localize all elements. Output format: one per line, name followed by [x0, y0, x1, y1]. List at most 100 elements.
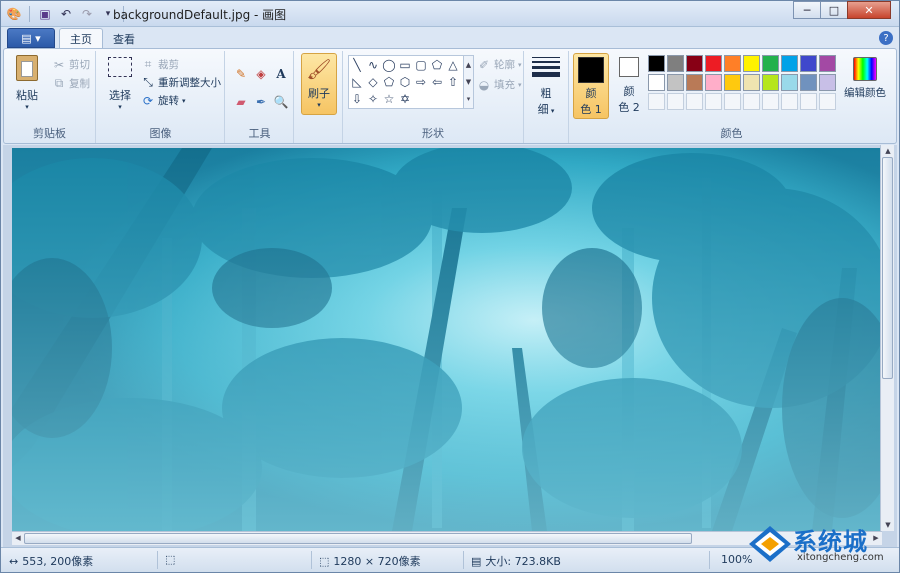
outline-icon: ✐: [478, 57, 490, 72]
redo-icon[interactable]: ↷: [78, 5, 96, 23]
custom-color-slot[interactable]: [667, 93, 684, 110]
pencil-icon[interactable]: ✎: [232, 65, 250, 83]
eraser-icon[interactable]: ▰: [232, 93, 250, 111]
vertical-scrollbar[interactable]: ▲ ▼: [880, 145, 894, 531]
palette-swatch[interactable]: [705, 55, 722, 72]
palette-swatch[interactable]: [705, 74, 722, 91]
custom-color-slot[interactable]: [762, 93, 779, 110]
close-button[interactable]: ✕: [847, 1, 891, 19]
custom-color-slot[interactable]: [648, 93, 665, 110]
fill-bucket-icon[interactable]: ◈: [252, 65, 270, 83]
palette-swatch[interactable]: [819, 55, 836, 72]
custom-color-slot[interactable]: [743, 93, 760, 110]
color2-button[interactable]: 颜 色 2: [613, 55, 645, 115]
custom-color-slot[interactable]: [819, 93, 836, 110]
custom-color-slot[interactable]: [724, 93, 741, 110]
custom-color-slot[interactable]: [705, 93, 722, 110]
undo-icon[interactable]: ↶: [57, 5, 75, 23]
tab-view[interactable]: 查看: [103, 28, 145, 49]
custom-color-slot[interactable]: [800, 93, 817, 110]
scroll-up-icon[interactable]: ▲: [882, 145, 894, 157]
curve-icon[interactable]: ∿: [365, 56, 381, 73]
file-menu-button[interactable]: ▤ ▾: [7, 28, 55, 48]
palette-swatch[interactable]: [781, 55, 798, 72]
tab-home[interactable]: 主页: [59, 28, 103, 49]
vertical-scroll-thumb[interactable]: [882, 157, 893, 379]
size-button[interactable]: 粗 细 ▾: [528, 53, 564, 117]
palette-swatch[interactable]: [648, 55, 665, 72]
maximize-button[interactable]: □: [820, 1, 848, 19]
hexagon-icon[interactable]: ⬡: [397, 73, 413, 90]
fill-icon: ◒: [478, 77, 490, 92]
left-arrow-icon[interactable]: ⇦: [429, 73, 445, 90]
line-icon[interactable]: ╲: [349, 56, 365, 73]
paint-palette-icon[interactable]: 🎨: [5, 5, 23, 23]
palette-swatch[interactable]: [667, 55, 684, 72]
palette-swatch[interactable]: [648, 74, 665, 91]
copy-label: 复制: [69, 78, 90, 90]
shapes-gallery[interactable]: ╲ ∿ ◯ ▭ ▢ ⬠ △ ◺ ◇ ⬠ ⬡ ⇨ ⇦ ⇧ ⇩ ✧ ☆ ✡: [348, 55, 464, 109]
pentagon-icon[interactable]: ⬠: [381, 73, 397, 90]
expand-icon[interactable]: ▾: [467, 95, 471, 103]
brushes-button[interactable]: 🖌 刷子 ▾: [301, 53, 337, 115]
save-icon[interactable]: ▣: [36, 5, 54, 23]
right-triangle-icon[interactable]: ◺: [349, 73, 365, 90]
triangle-icon[interactable]: △: [445, 56, 461, 73]
outline-button[interactable]: ✐ 轮廓 ▾: [477, 57, 522, 72]
fill-button[interactable]: ◒ 填充 ▾: [477, 77, 522, 92]
palette-swatch[interactable]: [724, 74, 741, 91]
color-picker-icon[interactable]: ✒: [252, 93, 270, 111]
down-arrow-icon[interactable]: ⇩: [349, 90, 365, 107]
chevron-down-icon: ▾: [518, 60, 522, 69]
palette-swatch[interactable]: [686, 74, 703, 91]
custom-color-slot[interactable]: [781, 93, 798, 110]
custom-color-slot[interactable]: [686, 93, 703, 110]
select-button[interactable]: 选择 ▾: [103, 55, 137, 111]
palette-swatch[interactable]: [800, 55, 817, 72]
scroll-up-icon[interactable]: ▲: [466, 61, 471, 69]
four-point-star-icon[interactable]: ✧: [365, 90, 381, 107]
help-icon[interactable]: ?: [879, 31, 893, 45]
rounded-rectangle-icon[interactable]: ▢: [413, 56, 429, 73]
crop-button[interactable]: ⌗ 裁剪: [141, 57, 179, 72]
copy-button[interactable]: ⧉ 复制: [52, 76, 90, 91]
oval-icon[interactable]: ◯: [381, 56, 397, 73]
palette-swatch[interactable]: [781, 74, 798, 91]
palette-swatch[interactable]: [743, 74, 760, 91]
palette-swatch[interactable]: [724, 55, 741, 72]
quick-access-toolbar: 🎨 ▣ ↶ ↷ ▾: [5, 5, 127, 23]
paste-button[interactable]: 粘贴 ▾: [10, 55, 44, 111]
six-point-star-icon[interactable]: ✡: [397, 90, 413, 107]
palette-swatch[interactable]: [686, 55, 703, 72]
right-arrow-icon[interactable]: ⇨: [413, 73, 429, 90]
clipboard-icon: [16, 55, 38, 81]
resize-button[interactable]: ⤡ 重新调整大小: [141, 75, 221, 90]
five-point-star-icon[interactable]: ☆: [381, 90, 397, 107]
rectangle-icon[interactable]: ▭: [397, 56, 413, 73]
polygon-icon[interactable]: ⬠: [429, 56, 445, 73]
magnifier-icon[interactable]: 🔍: [272, 93, 290, 111]
palette-swatch[interactable]: [762, 74, 779, 91]
color1-label-line2: 色 1: [580, 103, 602, 116]
palette-swatch[interactable]: [667, 74, 684, 91]
canvas-image[interactable]: [12, 148, 882, 531]
up-arrow-icon[interactable]: ⇧: [445, 73, 461, 90]
color1-button[interactable]: 颜 色 1: [573, 53, 609, 119]
edit-colors-button[interactable]: 编辑颜色: [839, 55, 891, 100]
selection-icon: [108, 57, 132, 77]
minimize-button[interactable]: ─: [793, 1, 821, 19]
palette-swatch[interactable]: [819, 74, 836, 91]
palette-swatch[interactable]: [762, 55, 779, 72]
palette-swatch[interactable]: [743, 55, 760, 72]
scroll-down-icon[interactable]: ▼: [466, 78, 471, 86]
text-icon[interactable]: A: [272, 65, 290, 83]
rotate-button[interactable]: ⟳ 旋转 ▾: [141, 93, 186, 108]
divider: [29, 6, 30, 22]
fill-label: 填充: [494, 79, 515, 91]
horizontal-scroll-thumb[interactable]: [24, 533, 692, 544]
palette-swatch[interactable]: [800, 74, 817, 91]
scroll-left-icon[interactable]: ◀: [12, 532, 24, 544]
diamond-icon[interactable]: ◇: [365, 73, 381, 90]
cut-button[interactable]: ✂ 剪切: [52, 57, 90, 72]
shapes-scroll[interactable]: ▲ ▼ ▾: [464, 55, 474, 109]
